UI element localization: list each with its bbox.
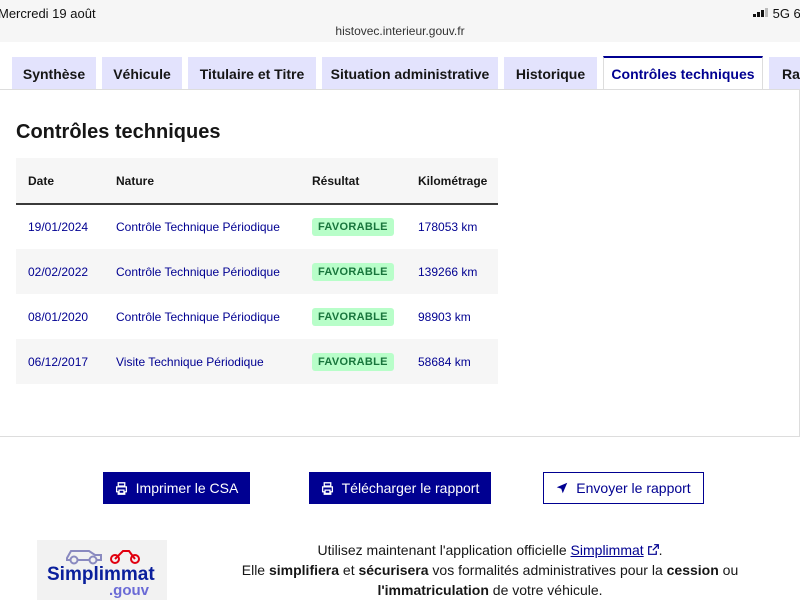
send-report-label: Envoyer le rapport [576, 480, 691, 496]
table-header-row: Date Nature Résultat Kilométrage [16, 158, 498, 205]
column-header-date: Date [16, 158, 104, 205]
row-nature: Visite Technique Périodique [104, 339, 300, 384]
result-badge: FAVORABLE [312, 218, 394, 236]
tab-panel: Contrôles techniques Date Nature Résulta… [0, 89, 800, 437]
row-result: FAVORABLE [300, 204, 406, 249]
download-report-label: Télécharger le rapport [341, 480, 480, 496]
row-mileage: 178053 km [418, 220, 478, 234]
row-nature: Contrôle Technique Périodique [116, 220, 280, 234]
simplimmat-link[interactable]: Simplimmat [571, 542, 644, 558]
row-result: FAVORABLE [300, 339, 406, 384]
logo-suffix: .gouv [109, 582, 149, 599]
row-result: FAVORABLE [300, 294, 406, 339]
result-badge: FAVORABLE [312, 352, 394, 371]
print-csa-label: Imprimer le CSA [135, 480, 239, 496]
signal-icon [753, 7, 768, 17]
column-header-result: Résultat [300, 158, 406, 205]
row-nature: Contrôle Technique Périodique [116, 309, 280, 324]
status-time: Mercredi 19 août [0, 6, 96, 21]
tab-rapport[interactable]: Rapport [769, 57, 800, 90]
tab-situation-administrative[interactable]: Situation administrative [322, 57, 498, 90]
row-date: 02/02/2022 [16, 249, 104, 294]
row-date: 19/01/2024 [28, 220, 89, 234]
row-result: FAVORABLE [300, 249, 406, 294]
simplimmat-logo[interactable]: Simplimmat .gouv [37, 540, 167, 600]
tab-synthese[interactable]: Synthèse [12, 57, 96, 90]
send-report-button[interactable]: Envoyer le rapport [543, 472, 704, 504]
promo-line-1: Utilisez maintenant l'application offici… [317, 542, 663, 558]
simplimmat-promo: Utilisez maintenant l'application offici… [226, 540, 754, 600]
download-report-button[interactable]: Télécharger le rapport [309, 472, 491, 504]
table-row: 06/12/2017 Visite Technique Périodique F… [16, 339, 498, 384]
row-mileage: 58684 km [406, 339, 498, 384]
promo-line-3: l'immatriculation de votre véhicule. [377, 582, 603, 598]
result-badge: FAVORABLE [312, 307, 394, 326]
promo-line-2: Elle simplifiera et sécurisera vos forma… [241, 562, 739, 578]
external-link-icon[interactable] [647, 542, 659, 558]
battery-level: 63 [793, 6, 800, 21]
column-header-mileage: Kilométrage [406, 158, 498, 205]
printer-icon [321, 481, 334, 495]
row-mileage: 98903 km [418, 309, 471, 324]
send-arrow-icon [556, 482, 568, 494]
result-badge: FAVORABLE [312, 262, 394, 281]
tab-vehicule[interactable]: Véhicule [102, 57, 182, 90]
table-row: 08/01/2020 Contrôle Technique Périodique… [16, 294, 498, 339]
tab-historique[interactable]: Historique [504, 57, 597, 90]
table-row: 02/02/2022 Contrôle Technique Périodique… [16, 249, 498, 294]
row-nature: Contrôle Technique Périodique [104, 249, 300, 294]
status-bar: Mercredi 19 août histovec.interieur.gouv… [0, 0, 800, 42]
car-moto-icon [66, 550, 140, 565]
tab-titulaire-titre[interactable]: Titulaire et Titre [188, 57, 316, 90]
section-title: Contrôles techniques [16, 121, 221, 143]
row-mileage: 139266 km [406, 249, 498, 294]
table-row: 19/01/2024 Contrôle Technique Périodique… [16, 204, 498, 249]
network-label: 5G [772, 6, 790, 21]
tab-bar: Synthèse Véhicule Titulaire et Titre Sit… [0, 42, 800, 90]
printer-icon [115, 481, 128, 495]
print-csa-button[interactable]: Imprimer le CSA [103, 472, 250, 504]
row-date: 06/12/2017 [16, 339, 104, 384]
address-bar[interactable]: histovec.interieur.gouv.fr [0, 24, 800, 38]
tab-controles-techniques[interactable]: Contrôles techniques [603, 56, 763, 90]
row-date: 08/01/2020 [28, 309, 89, 324]
controls-table: Date Nature Résultat Kilométrage 19/01/2… [16, 158, 498, 384]
column-header-nature: Nature [104, 158, 300, 205]
